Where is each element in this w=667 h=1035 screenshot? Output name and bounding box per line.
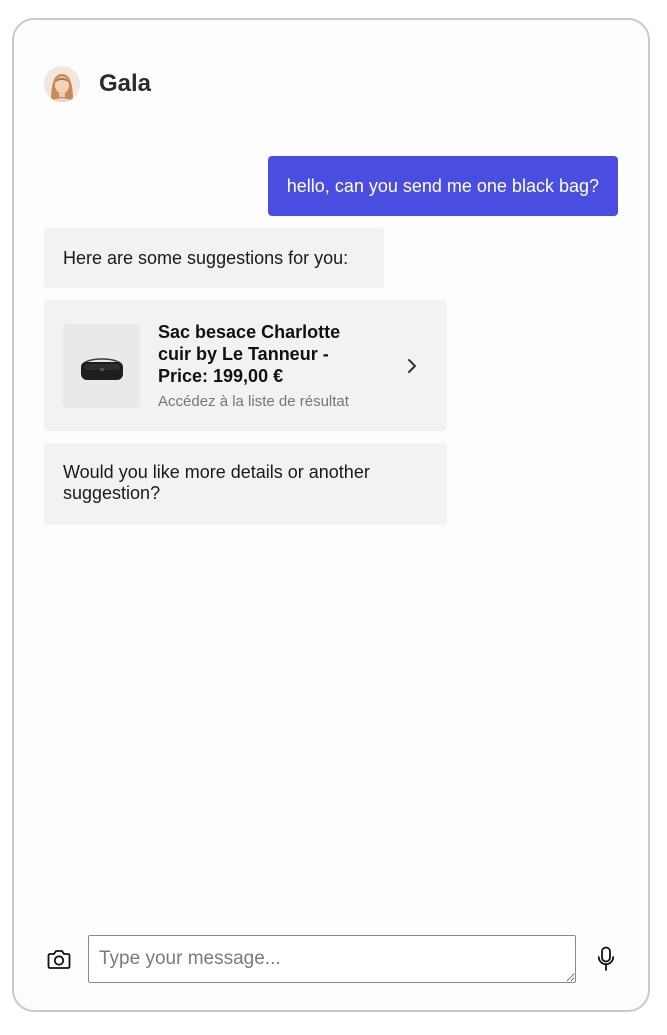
agent-avatar [44, 66, 80, 102]
chat-window: Gala hello, can you send me one black ba… [12, 18, 650, 1012]
bot-message-intro: Here are some suggestions for you: [44, 228, 384, 288]
chevron-right-icon[interactable] [402, 356, 422, 376]
product-thumbnail [63, 323, 140, 408]
black-bag-image [80, 357, 123, 380]
chat-header: Gala [44, 66, 151, 102]
product-suggestion-card[interactable]: Sac besace Charlotte cuir by Le Tanneur … [44, 300, 447, 431]
agent-name: Gala [99, 70, 152, 97]
camera-icon[interactable] [44, 944, 74, 974]
message-composer [44, 935, 624, 983]
product-info: Sac besace Charlotte cuir by Le Tanneur … [158, 321, 378, 410]
message-input[interactable] [88, 935, 576, 983]
microphone-icon[interactable] [592, 944, 620, 974]
product-title: Sac besace Charlotte cuir by Le Tanneur … [158, 322, 341, 386]
user-message-bubble: hello, can you send me one black bag? [267, 156, 618, 216]
bot-message-followup: Would you like more details or another s… [44, 443, 447, 525]
product-result-link-text: Accédez à la liste de résultat [158, 393, 349, 410]
